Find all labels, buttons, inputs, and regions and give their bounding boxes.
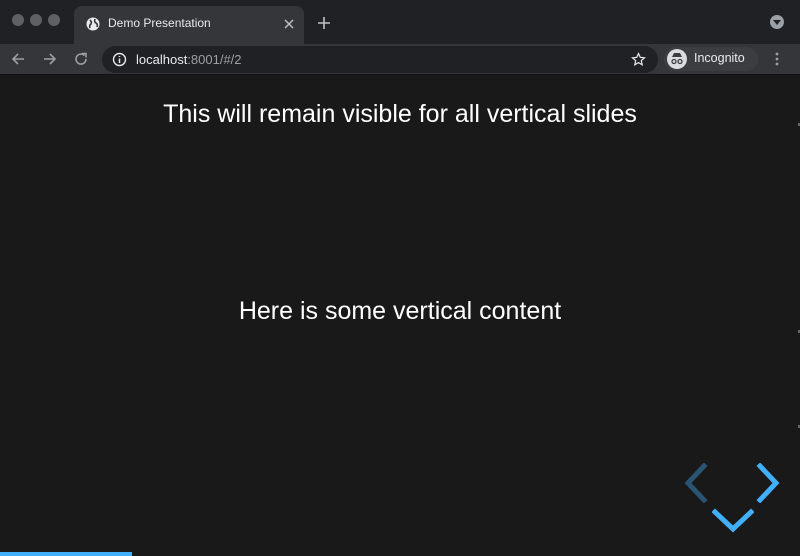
site-info-icon[interactable] bbox=[112, 52, 127, 67]
globe-icon bbox=[86, 17, 100, 31]
browser-toolbar: localhost:8001/#/2 Incognito bbox=[0, 44, 800, 74]
maximize-window-button[interactable] bbox=[48, 14, 60, 26]
chevron-down-icon[interactable] bbox=[712, 507, 754, 535]
address-url: localhost:8001/#/2 bbox=[136, 52, 242, 67]
incognito-indicator[interactable]: Incognito bbox=[664, 47, 758, 71]
close-tab-icon[interactable] bbox=[282, 17, 296, 31]
slide-progress-bar bbox=[0, 552, 800, 556]
bookmark-star-icon[interactable] bbox=[631, 52, 646, 67]
slide-progress-fill bbox=[0, 552, 132, 556]
url-path: :8001/#/2 bbox=[187, 52, 242, 67]
slide-navigation-controls bbox=[680, 463, 784, 535]
browser-tab[interactable]: Demo Presentation bbox=[74, 6, 304, 44]
vertical-slide-content: Here is some vertical content bbox=[238, 297, 562, 325]
close-window-button[interactable] bbox=[12, 14, 24, 26]
chevron-left-icon[interactable] bbox=[680, 463, 710, 503]
back-icon[interactable] bbox=[10, 51, 26, 67]
incognito-icon bbox=[667, 49, 687, 69]
tab-title: Demo Presentation bbox=[108, 16, 211, 30]
tab-strip: Demo Presentation bbox=[0, 0, 800, 44]
slide-viewport: This will remain visible for all vertica… bbox=[0, 75, 800, 556]
address-bar[interactable]: localhost:8001/#/2 bbox=[102, 46, 658, 73]
chevron-right-icon[interactable] bbox=[754, 463, 784, 503]
minimize-window-button[interactable] bbox=[30, 14, 42, 26]
reload-icon[interactable] bbox=[73, 51, 89, 67]
browser-menu-icon[interactable] bbox=[772, 51, 782, 67]
incognito-label: Incognito bbox=[694, 51, 745, 65]
tab-search-button[interactable] bbox=[770, 15, 784, 29]
new-tab-icon[interactable] bbox=[316, 15, 332, 31]
forward-icon[interactable] bbox=[42, 51, 58, 67]
persistent-slide-heading: This will remain visible for all vertica… bbox=[163, 100, 637, 128]
url-host: localhost bbox=[136, 52, 188, 67]
